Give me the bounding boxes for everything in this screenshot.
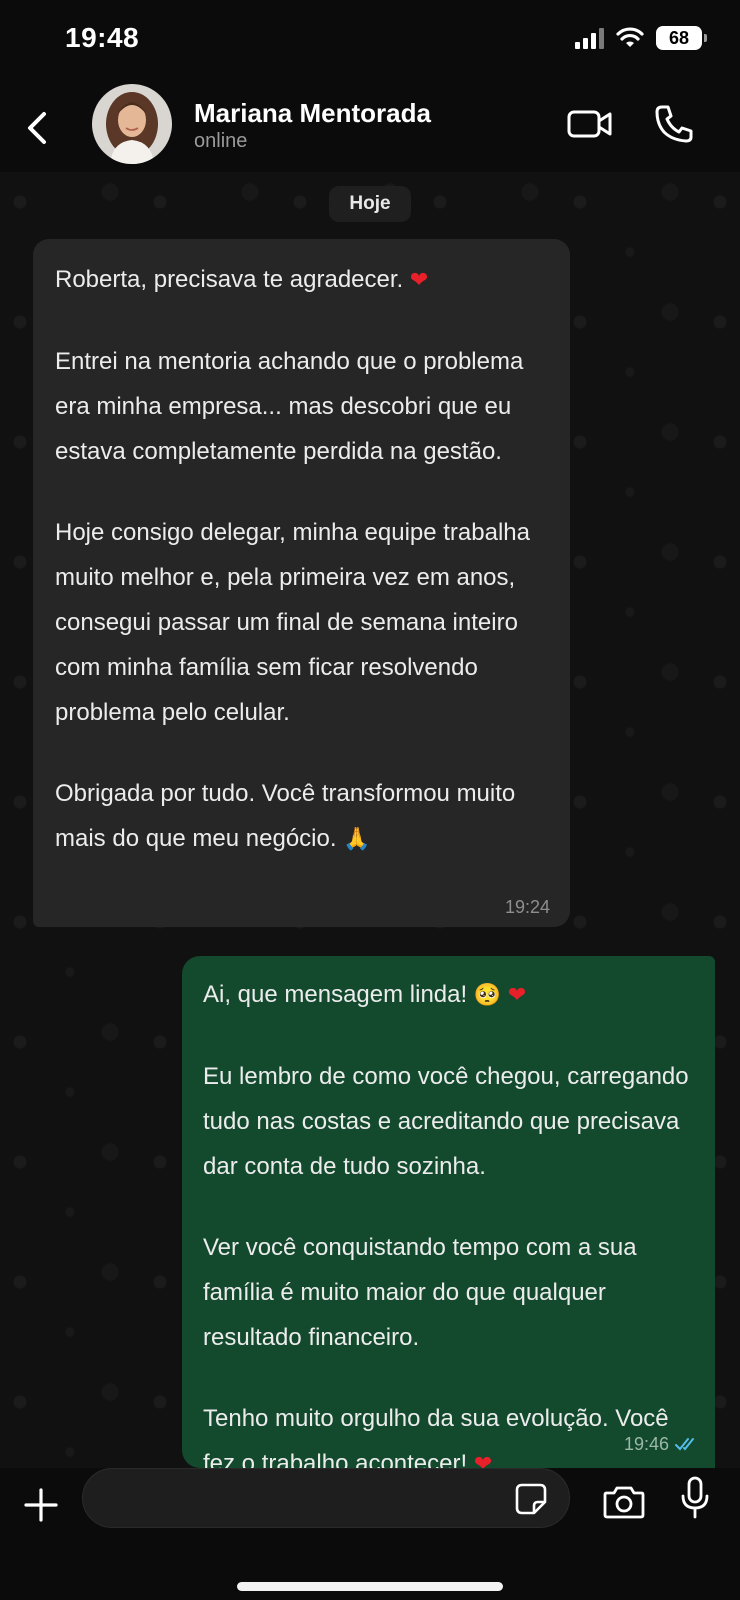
chevron-left-icon xyxy=(28,112,46,144)
composer-bar xyxy=(0,1468,740,1600)
outgoing-message[interactable]: Ai, que mensagem linda! 🥺 ❤ Eu lembro de… xyxy=(182,956,715,1477)
message-paragraph: Hoje consigo delegar, minha equipe traba… xyxy=(55,519,530,726)
camera-button[interactable] xyxy=(602,1484,646,1520)
camera-icon xyxy=(603,1486,645,1519)
phone-icon xyxy=(655,105,693,143)
microphone-icon xyxy=(681,1476,709,1519)
cellular-signal-icon xyxy=(575,27,604,49)
contact-name[interactable]: Mariana Mentorada xyxy=(194,98,431,129)
plus-icon xyxy=(24,1488,58,1522)
chat-area[interactable]: Hoje Roberta, precisava te agradecer. ❤ … xyxy=(0,172,740,1477)
folded-hands-icon: 🙏 xyxy=(343,827,371,852)
sticker-button[interactable] xyxy=(514,1482,548,1516)
back-button[interactable] xyxy=(20,104,56,152)
heart-icon: ❤ xyxy=(409,268,429,293)
message-paragraph: Roberta, precisava te agradecer. xyxy=(55,266,404,293)
date-chip: Hoje xyxy=(329,186,411,222)
attach-button[interactable] xyxy=(22,1486,60,1524)
message-paragraph: Tenho muito orgulho da sua evolução. Voc… xyxy=(203,1405,669,1477)
message-paragraph: Entrei na mentoria achando que o problem… xyxy=(55,348,524,465)
video-camera-icon xyxy=(567,110,612,138)
double-check-read-icon xyxy=(675,1438,694,1451)
message-timestamp: 19:24 xyxy=(504,897,550,917)
message-paragraph: Eu lembro de como você chegou, carregand… xyxy=(203,1063,689,1180)
pleading-face-icon: 🥺 xyxy=(473,983,502,1008)
message-timestamp: 19:46 xyxy=(623,1434,669,1454)
status-time: 19:48 xyxy=(65,22,140,53)
contact-status: online xyxy=(194,130,248,152)
message-paragraph: Obrigada por tudo. Você transformou muit… xyxy=(55,780,516,852)
status-bar: 19:48 68 xyxy=(0,0,740,84)
wifi-icon xyxy=(616,27,644,47)
battery-icon: 68 xyxy=(656,26,707,50)
message-meta: 19:46 xyxy=(624,1434,699,1454)
voice-call-button[interactable] xyxy=(652,102,696,146)
avatar[interactable] xyxy=(92,84,172,164)
sticker-icon xyxy=(515,1483,547,1515)
heart-icon: ❤ xyxy=(507,983,527,1008)
status-icons: 68 xyxy=(575,26,707,50)
incoming-message[interactable]: Roberta, precisava te agradecer. ❤ Entre… xyxy=(33,239,570,927)
home-indicator[interactable] xyxy=(237,1582,503,1591)
chat-header: Mariana Mentorada online xyxy=(0,84,740,172)
video-call-button[interactable] xyxy=(566,104,614,144)
message-paragraph: Ver você conquistando tempo com a sua fa… xyxy=(203,1234,637,1351)
message-input[interactable] xyxy=(82,1468,570,1528)
avatar-photo xyxy=(92,84,172,164)
message-paragraph: Ai, que mensagem linda! xyxy=(203,981,468,1008)
microphone-button[interactable] xyxy=(680,1476,710,1520)
